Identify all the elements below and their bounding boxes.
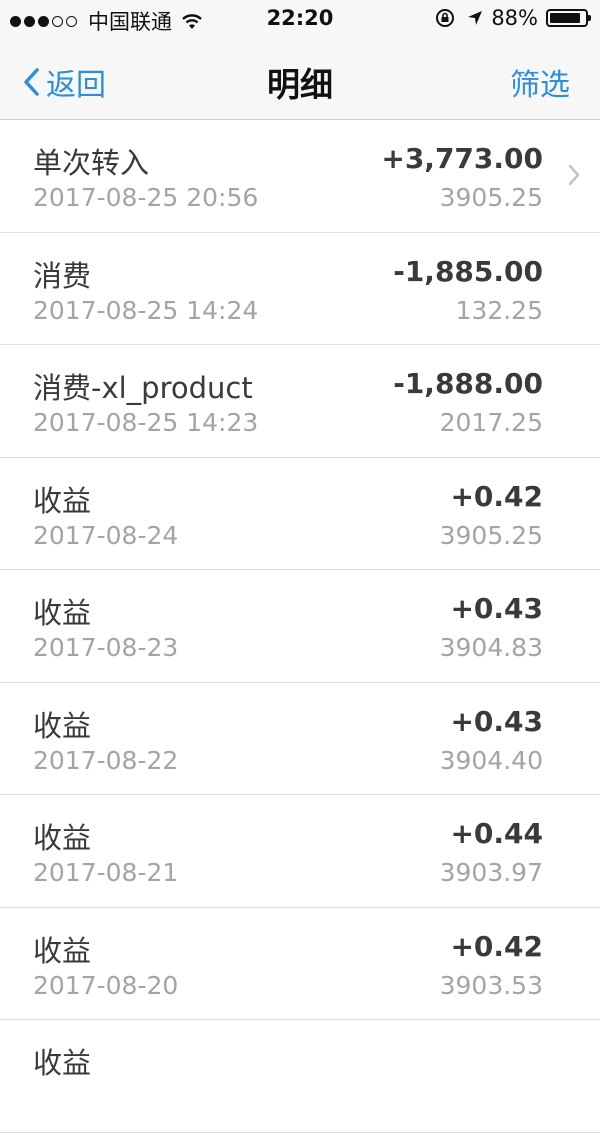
transaction-row[interactable]: 收益 2017-08-20 +0.42 3903.53 xyxy=(0,907,600,1020)
transaction-amount: -1,885.00 xyxy=(393,254,543,288)
transaction-list: 单次转入 2017-08-25 20:56 +3,773.00 3905.25 消费 20… xyxy=(0,120,600,1133)
transaction-title: 收益 xyxy=(33,933,92,968)
transaction-amount: +0.42 xyxy=(450,479,543,513)
transaction-row[interactable]: 单次转入 2017-08-25 20:56 +3,773.00 3905.25 xyxy=(0,120,600,233)
battery-percent: 88% xyxy=(491,6,538,30)
transaction-balance: 3905.25 xyxy=(439,520,543,550)
transaction-balance: 2017.25 xyxy=(439,408,543,437)
transaction-balance: 3903.53 xyxy=(439,970,543,1000)
transaction-row[interactable]: 消费 2017-08-25 14:24 -1,885.00 132.25 xyxy=(0,232,600,345)
transaction-balance: 3903.97 xyxy=(439,858,543,887)
transaction-date: 2017-08-23 xyxy=(33,633,179,662)
transaction-row[interactable]: 消费-xl_product 2017-08-25 14:23 -1,888.00 20… xyxy=(0,345,600,458)
transaction-date: 2017-08-21 xyxy=(33,858,179,887)
transaction-date: 2017-08-25 14:23 xyxy=(33,408,259,437)
transaction-amount: +3,773.00 xyxy=(381,142,543,175)
transaction-row[interactable]: 收益 2017-08-24 +0.42 3905.25 xyxy=(0,457,600,570)
transaction-date: 2017-08-20 xyxy=(33,970,179,1000)
transaction-title: 收益 xyxy=(33,1046,92,1080)
location-arrow-icon xyxy=(468,11,483,25)
transaction-row[interactable]: 收益 2017-08-23 +0.43 3904.83 xyxy=(0,570,600,683)
battery-icon xyxy=(546,9,591,27)
transaction-date: 2017-08-22 xyxy=(33,745,179,775)
filter-button[interactable]: 筛选 xyxy=(510,60,570,104)
status-bar: 中国联通 22:20 88% xyxy=(0,0,600,40)
transaction-balance: 3905.25 xyxy=(439,183,543,212)
transaction-amount: +0.44 xyxy=(450,817,543,850)
transaction-date: 2017-08-24 xyxy=(33,520,179,550)
transaction-amount: +0.42 xyxy=(450,929,543,963)
transaction-amount: +0.43 xyxy=(450,704,543,738)
nav-bar: 返回 明细 筛选 xyxy=(0,40,600,120)
orientation-lock-icon xyxy=(436,9,455,27)
transaction-title: 收益 xyxy=(33,821,92,855)
transaction-amount: -1,888.00 xyxy=(393,367,543,400)
transaction-balance: 3904.83 xyxy=(439,633,543,662)
transaction-title: 消费-xl_product xyxy=(33,371,253,405)
transaction-title: 消费 xyxy=(33,258,92,293)
transaction-row[interactable]: 收益 2017-08-22 +0.43 3904.40 xyxy=(0,682,600,795)
transaction-row[interactable]: 收益 xyxy=(0,1020,600,1133)
transaction-title: 单次转入 xyxy=(33,146,150,180)
status-bar-right: 88% xyxy=(435,6,591,30)
transaction-balance: 3904.40 xyxy=(439,745,543,775)
transaction-row[interactable]: 收益 2017-08-21 +0.44 3903.97 xyxy=(0,795,600,908)
transaction-amount: +0.43 xyxy=(450,592,543,625)
transaction-date: 2017-08-25 20:56 xyxy=(33,183,259,212)
transaction-balance: 132.25 xyxy=(455,295,543,325)
battery-level xyxy=(550,13,580,23)
chevron-right-icon xyxy=(568,164,580,186)
transaction-title: 收益 xyxy=(33,483,92,518)
transaction-title: 收益 xyxy=(33,708,92,743)
transaction-title: 收益 xyxy=(33,596,92,630)
transaction-date: 2017-08-25 14:24 xyxy=(33,295,259,325)
